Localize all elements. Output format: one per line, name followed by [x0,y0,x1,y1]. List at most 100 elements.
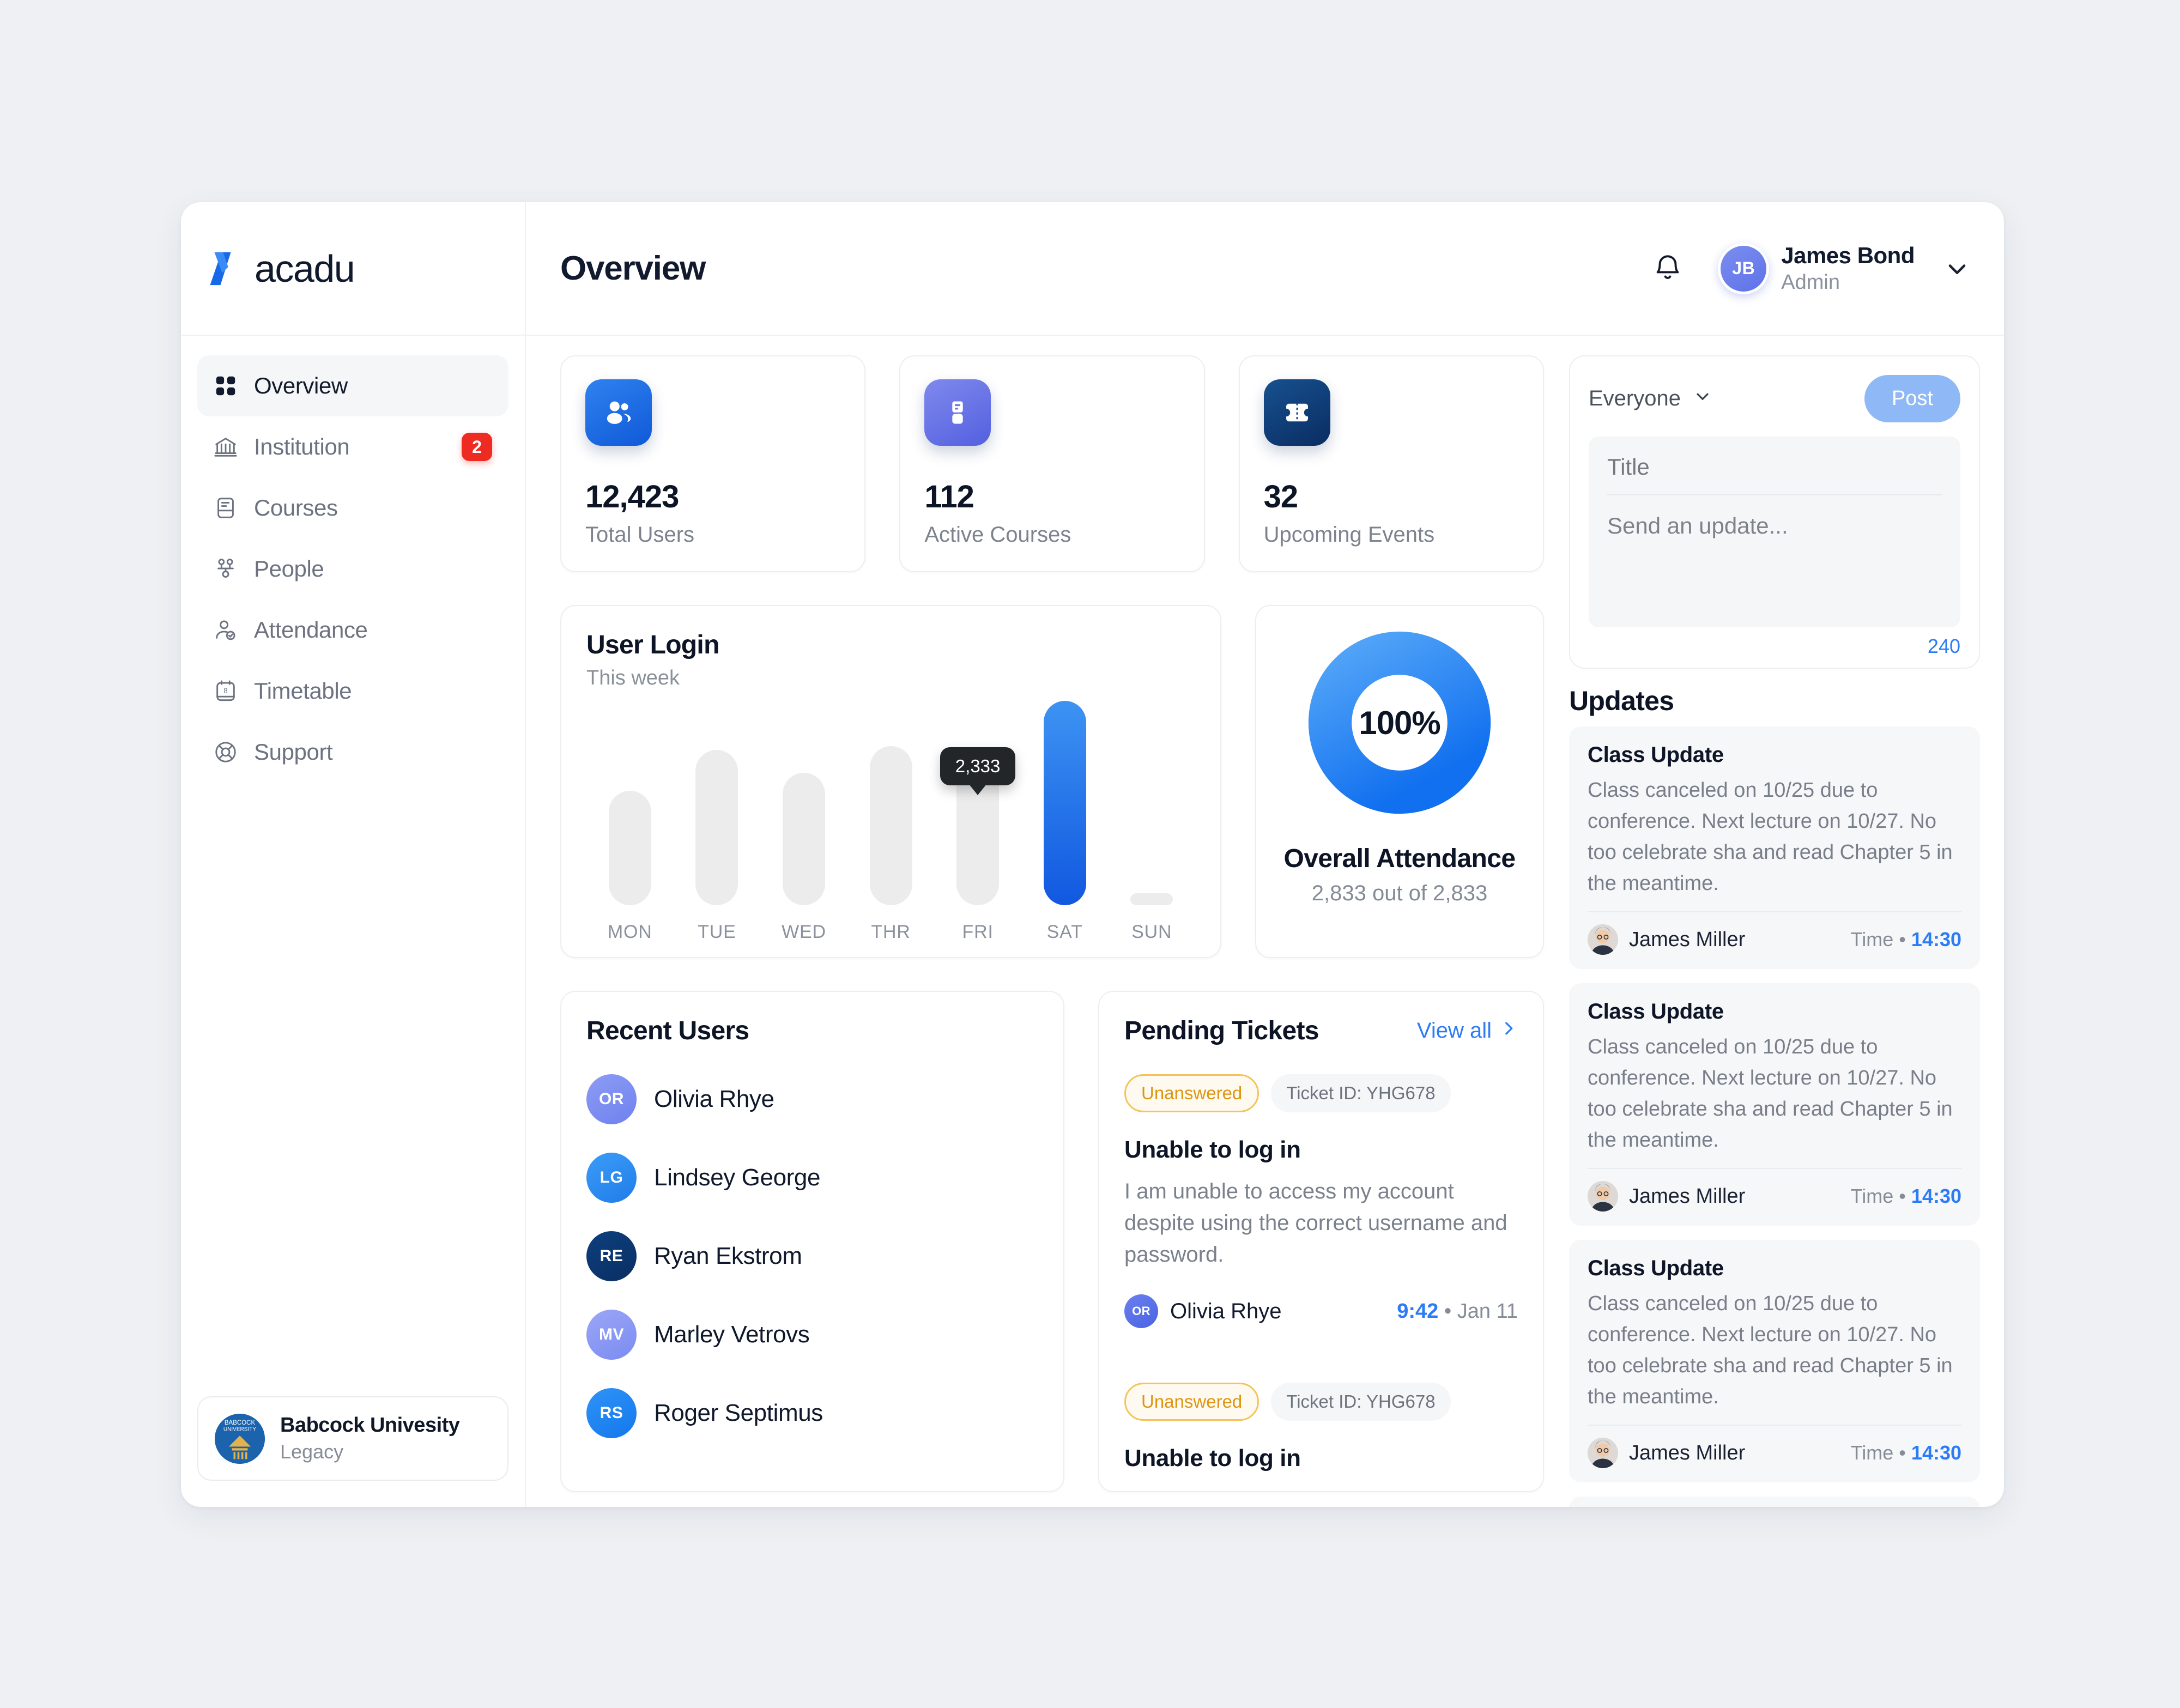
acadu-logo-icon [204,248,247,289]
sidebar-item-people[interactable]: People [197,538,508,599]
bar-column-highlighted[interactable]: SAT [1021,699,1109,957]
svg-text:8: 8 [223,687,227,695]
avatar [1588,1181,1618,1212]
ticket-id-badge: Ticket ID: YHG678 [1271,1074,1451,1112]
svg-text:UNIVERSITY: UNIVERSITY [223,1426,257,1432]
user-name: Olivia Rhye [654,1086,774,1112]
list-item[interactable]: RE Ryan Ekstrom [586,1231,1038,1281]
chevron-down-icon[interactable] [1943,255,1971,283]
stats-row: 12,423 Total Users 112 Active Courses 32… [560,355,1544,572]
bar-column[interactable]: TUE [674,699,761,957]
update-body: Class canceled on 10/25 due to conferenc… [1588,1035,1953,1152]
chevron-right-icon [1499,1019,1518,1043]
sidebar-item-overview[interactable]: Overview [197,355,508,416]
grid-icon [213,373,239,399]
list-item[interactable]: Class Update Class canceled on 10/25 due… [1569,1497,1980,1507]
user-name: Lindsey George [654,1164,821,1191]
institution-switcher[interactable]: BABCOCK UNIVERSITY Babcock Univesity Leg… [197,1396,508,1481]
institution-name: Babcock Univesity [280,1414,460,1437]
audience-select[interactable]: Everyone [1589,386,1712,411]
attendance-percent: 100% [1359,704,1440,741]
sidebar-item-label: Timetable [254,678,352,704]
attendance-subtitle: 2,833 out of 2,833 [1311,881,1488,905]
list-item[interactable]: OR Olivia Rhye [586,1074,1038,1124]
sidebar-item-timetable[interactable]: 8 Timetable [197,661,508,722]
avatar [1588,924,1618,955]
bar-tooltip: 2,333 [940,747,1016,785]
update-body: Class canceled on 10/25 due to conferenc… [1588,779,1953,895]
update-author: James Miller [1629,1441,1746,1464]
sidebar-item-attendance[interactable]: Attendance [197,599,508,661]
bar-label: TUE [698,922,736,942]
stat-card-active-courses: 112 Active Courses [899,355,1205,572]
ticket-item[interactable]: Unanswered Ticket ID: YHG678 Unable to l… [1124,1383,1518,1491]
top-bar-right: JB James Bond Admin [1648,243,1971,294]
list-item[interactable]: Class Update Class canceled on 10/25 due… [1569,726,1980,969]
sidebar-item-courses[interactable]: Courses [197,477,508,538]
sidebar-item-label: Attendance [254,617,368,643]
stat-value: 112 [924,479,974,514]
pending-tickets-title: Pending Tickets [1124,1016,1319,1045]
updates-list[interactable]: Class Update Class canceled on 10/25 due… [1569,726,1980,1507]
ticket-icon [1263,379,1330,446]
user-role: Admin [1781,271,1840,294]
post-title-input[interactable]: Title [1607,454,1942,495]
sidebar-item-institution[interactable]: Institution 2 [197,416,508,477]
bar-column[interactable]: FRI 2,333 [934,699,1021,957]
page-title: Overview [560,250,706,287]
right-column: Everyone Post Title Send an update... 24… [1557,355,2004,1507]
ticket-item[interactable]: Unanswered Ticket ID: YHG678 Unable to l… [1124,1074,1518,1328]
post-button[interactable]: Post [1864,375,1960,422]
sidebar-item-label: Support [254,739,333,765]
user-meta: James Bond Admin [1781,243,1915,294]
ticket-id-badge: Ticket ID: YHG678 [1271,1383,1451,1421]
update-footer: James Miller Time • 14:30 [1588,1168,1961,1212]
brand-logo-area[interactable]: acadu [181,202,525,336]
pending-tickets-header: Pending Tickets View all [1124,1016,1518,1046]
bell-icon[interactable] [1648,249,1687,288]
divider [1124,1353,1518,1354]
avatar [1588,1438,1618,1468]
char-counter: 240 [1927,635,1960,657]
sidebar-item-label: Overview [254,373,348,398]
avatar: OR [586,1074,637,1124]
bar-column[interactable]: SUN [1108,699,1195,957]
ticket-timestamp: 9:42 • Jan 11 [1397,1299,1518,1323]
ticket-subject: Unable to log in [1124,1445,1301,1471]
bar-column[interactable]: WED [760,699,847,957]
list-item[interactable]: RS Roger Septimus [586,1388,1038,1438]
avatar[interactable]: JB [1718,243,1770,294]
left-column: 12,423 Total Users 112 Active Courses 32… [526,355,1557,1507]
time-label: Time • [1850,928,1911,950]
composer-fields[interactable]: Title Send an update... [1589,437,1960,627]
charts-row: User Login This week MON TUE WED THR FRI… [560,605,1544,958]
list-item[interactable]: MV Marley Vetrovs [586,1310,1038,1360]
time-value: 14:30 [1911,928,1961,950]
update-footer: James Miller Time • 14:30 [1588,1425,1961,1468]
avatar: OR [1124,1294,1158,1328]
ticket-time: 9:42 [1397,1299,1439,1323]
list-item[interactable]: LG Lindsey George [586,1153,1038,1203]
sidebar-item-support[interactable]: Support [197,722,508,783]
people-icon [213,556,239,582]
ticket-body: I am unable to access my account despite [1124,1484,1518,1491]
stat-label: Upcoming Events [1263,523,1435,547]
recent-users-card: Recent Users OR Olivia Rhye LG Lindsey G… [560,991,1064,1492]
user-name: Ryan Ekstrom [654,1243,802,1269]
update-footer: James Miller Time • 14:30 [1588,911,1961,955]
view-all-link[interactable]: View all [1417,1019,1518,1043]
post-body-input[interactable]: Send an update... [1607,513,1942,539]
user-name: Roger Septimus [654,1400,823,1426]
list-item[interactable]: Class Update Class canceled on 10/25 due… [1569,1240,1980,1482]
status-badge: Unanswered [1124,1074,1259,1112]
chevron-down-icon [1693,386,1712,411]
stat-label: Total Users [585,523,695,547]
bar-column[interactable]: MON [586,699,674,957]
ticket-pills: Unanswered Ticket ID: YHG678 [1124,1383,1518,1421]
calendar-icon: 8 [213,678,239,704]
pending-tickets-card: Pending Tickets View all Unanswered Tick… [1098,991,1544,1492]
update-title: Class Update [1588,1000,1724,1023]
list-item[interactable]: Class Update Class canceled on 10/25 due… [1569,983,1980,1226]
bar-column[interactable]: THR [847,699,935,957]
avatar: LG [586,1153,637,1203]
